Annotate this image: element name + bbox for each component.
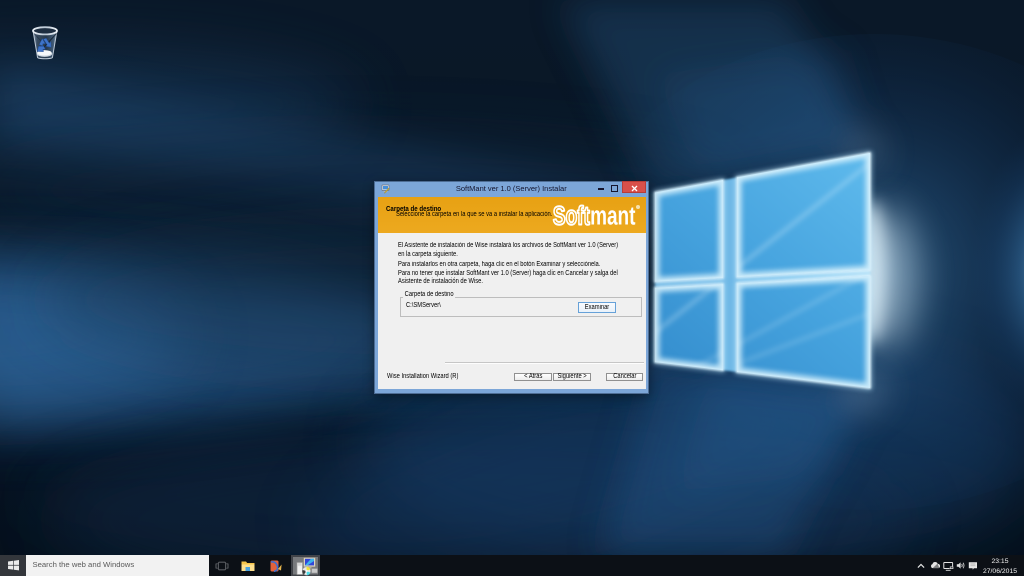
- svg-text:Soft: Soft: [553, 202, 590, 230]
- svg-text:mant: mant: [590, 202, 636, 230]
